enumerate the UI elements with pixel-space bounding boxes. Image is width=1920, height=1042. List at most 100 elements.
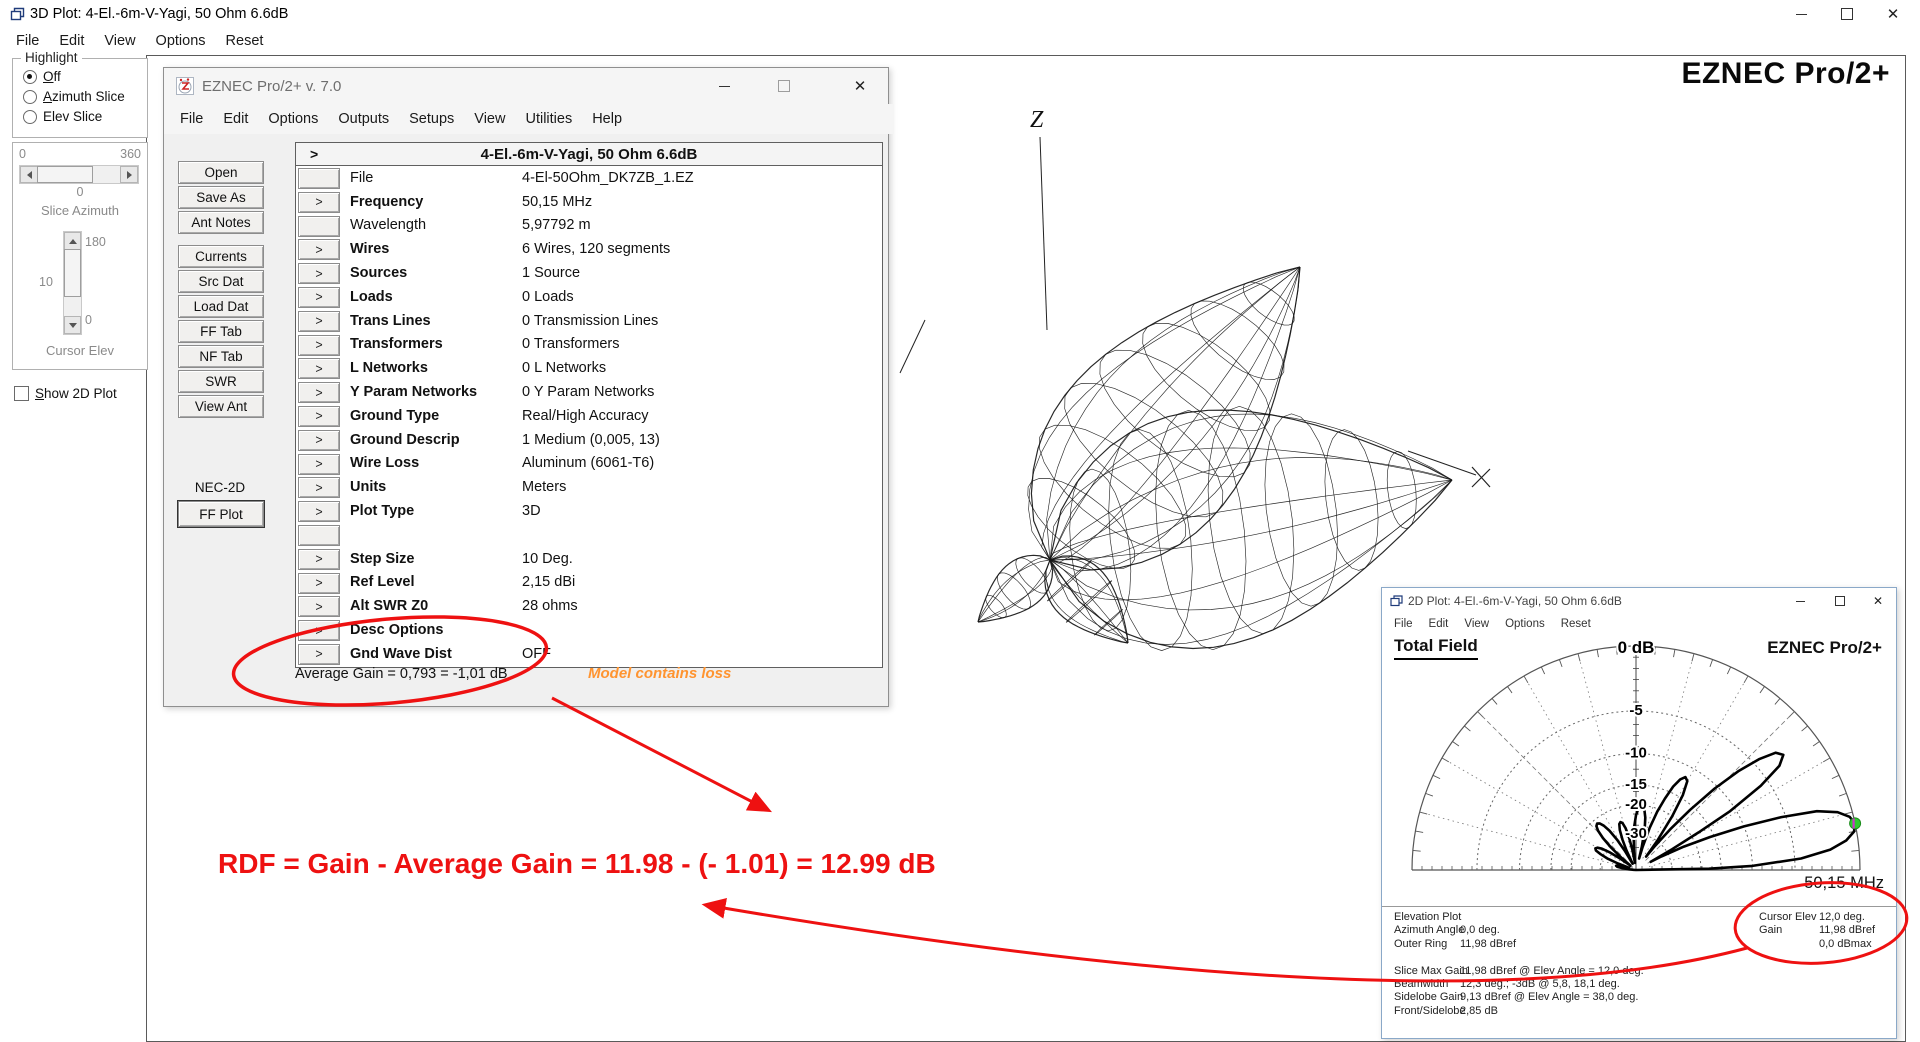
row-expand-button[interactable]: >	[298, 620, 340, 641]
row-expand-button[interactable]: >	[298, 358, 340, 379]
radio-elev-control[interactable]	[23, 110, 37, 124]
table-row[interactable]: >Transformers0 Transformers	[296, 333, 882, 357]
menu-item-edit[interactable]: Edit	[49, 30, 94, 52]
minimize-button[interactable]	[1778, 0, 1824, 28]
header-expand-arrow[interactable]: >	[310, 146, 318, 162]
menu-item-setups[interactable]: Setups	[399, 108, 464, 130]
row-value: 4-El-50Ohm_DK7ZB_1.EZ	[522, 170, 694, 186]
table-row[interactable]: >Frequency50,15 MHz	[296, 190, 882, 214]
azimuth-scroll-right-button[interactable]	[120, 166, 138, 183]
row-expand-button[interactable]: >	[298, 477, 340, 498]
menu-item-outputs[interactable]: Outputs	[328, 108, 399, 130]
row-expand-button[interactable]: >	[298, 192, 340, 213]
menu-item-options[interactable]: Options	[146, 30, 216, 52]
menu-item-help[interactable]: Help	[582, 108, 632, 130]
menu-item-view[interactable]: View	[464, 108, 515, 130]
row-value: 0 Transformers	[522, 336, 620, 352]
table-row[interactable]: >Desc Options	[296, 618, 882, 642]
menu-item-reset[interactable]: Reset	[216, 30, 274, 52]
menu-item-file[interactable]: File	[6, 30, 49, 52]
close-button[interactable]: ✕	[1870, 0, 1916, 28]
row-expand-button[interactable]: >	[298, 335, 340, 356]
table-row[interactable]: Wavelength5,97792 m	[296, 214, 882, 238]
menu-item-utilities[interactable]: Utilities	[515, 108, 582, 130]
table-row[interactable]: >Plot Type3D	[296, 499, 882, 523]
show-2d-checkbox-control[interactable]	[14, 386, 29, 401]
button-src-dat[interactable]: Src Dat	[178, 270, 264, 293]
table-row[interactable]	[296, 523, 882, 547]
row-expand-button[interactable]: >	[298, 573, 340, 594]
button-ant-notes[interactable]: Ant Notes	[178, 211, 264, 234]
svg-text:-30: -30	[1625, 825, 1647, 842]
elev-scroll-down-button[interactable]	[64, 316, 81, 334]
elev-scroll-up-button[interactable]	[64, 232, 81, 250]
menu-item-view[interactable]: View	[94, 30, 145, 52]
radio-azimuth-slice[interactable]: Azimuth Slice	[23, 89, 125, 104]
radio-off-control[interactable]	[23, 70, 37, 84]
row-expand-button[interactable]: >	[298, 263, 340, 284]
maximize-button[interactable]	[1824, 0, 1870, 28]
radio-off[interactable]: Off	[23, 69, 61, 84]
table-row[interactable]: >Trans Lines0 Transmission Lines	[296, 309, 882, 333]
row-expand-button[interactable]: >	[298, 287, 340, 308]
row-expand-button[interactable]: >	[298, 311, 340, 332]
menu-item-file[interactable]: File	[170, 108, 213, 130]
table-row[interactable]: >Gnd Wave DistOFF	[296, 642, 882, 666]
table-row[interactable]: >Wire LossAluminum (6061-T6)	[296, 452, 882, 476]
table-row[interactable]: >UnitsMeters	[296, 475, 882, 499]
radio-azimuth-control[interactable]	[23, 90, 37, 104]
svg-text:-20: -20	[1625, 796, 1647, 813]
row-expand-box	[298, 168, 340, 189]
row-expand-button[interactable]: >	[298, 239, 340, 260]
eznec-titlebar: EZNEC Pro/2+ v. 7.0 ✕	[164, 68, 888, 105]
model-loss-note: Model contains loss	[588, 665, 731, 682]
row-expand-button[interactable]: >	[298, 549, 340, 570]
table-row[interactable]: >L Networks0 L Networks	[296, 356, 882, 380]
rdf-formula-annotation: RDF = Gain - Average Gain = 11.98 - (- 1…	[218, 848, 936, 880]
elev-scrollbar[interactable]	[63, 231, 82, 335]
stat-line: Elevation Plot	[1394, 911, 1644, 924]
row-expand-button[interactable]: >	[298, 406, 340, 427]
table-row[interactable]: >Sources1 Source	[296, 261, 882, 285]
button-swr[interactable]: SWR	[178, 370, 264, 393]
button-view-ant[interactable]: View Ant	[178, 395, 264, 418]
button-open[interactable]: Open	[178, 161, 264, 184]
radio-azimuth-label: Azimuth Slice	[43, 89, 125, 104]
azimuth-scroll-left-button[interactable]	[20, 166, 38, 183]
eznec-maximize-button[interactable]	[764, 68, 804, 104]
table-row[interactable]: >Ground Descrip1 Medium (0,005, 13)	[296, 428, 882, 452]
model-parameters-table: > 4-El.-6m-V-Yagi, 50 Ohm 6.6dB File4-El…	[295, 142, 883, 668]
show-2d-plot-checkbox[interactable]: Show 2D Plot	[14, 386, 117, 401]
row-expand-button[interactable]: >	[298, 382, 340, 403]
eznec-minimize-button[interactable]	[704, 68, 744, 104]
menu-item-options[interactable]: Options	[258, 108, 328, 130]
row-expand-button[interactable]: >	[298, 501, 340, 522]
row-expand-button[interactable]: >	[298, 430, 340, 451]
eznec-menubar: FileEditOptionsOutputsSetupsViewUtilitie…	[164, 104, 894, 134]
radio-elev-label: Elev Slice	[43, 109, 102, 124]
table-row[interactable]: >Alt SWR Z028 ohms	[296, 594, 882, 618]
table-row[interactable]: >Step Size10 Deg.	[296, 547, 882, 571]
table-row[interactable]: >Ref Level2,15 dBi	[296, 571, 882, 595]
radio-elev-slice[interactable]: Elev Slice	[23, 109, 102, 124]
eznec-close-button[interactable]: ✕	[840, 68, 880, 104]
azimuth-scroll-thumb[interactable]	[37, 166, 93, 183]
table-row[interactable]: >Y Param Networks0 Y Param Networks	[296, 380, 882, 404]
table-row[interactable]: >Wires6 Wires, 120 segments	[296, 237, 882, 261]
table-row[interactable]: >Loads0 Loads	[296, 285, 882, 309]
table-row[interactable]: >Ground TypeReal/High Accuracy	[296, 404, 882, 428]
button-ff-tab[interactable]: FF Tab	[178, 320, 264, 343]
row-value: 50,15 MHz	[522, 194, 592, 210]
row-expand-button[interactable]: >	[298, 454, 340, 475]
table-row[interactable]: File4-El-50Ohm_DK7ZB_1.EZ	[296, 166, 882, 190]
button-currents[interactable]: Currents	[178, 245, 264, 268]
ff-plot-button[interactable]: FF Plot	[178, 501, 264, 527]
azimuth-scrollbar[interactable]	[19, 165, 139, 184]
row-expand-button[interactable]: >	[298, 596, 340, 617]
button-save-as[interactable]: Save As	[178, 186, 264, 209]
row-expand-button[interactable]: >	[298, 644, 340, 665]
menu-item-edit[interactable]: Edit	[213, 108, 258, 130]
button-load-dat[interactable]: Load Dat	[178, 295, 264, 318]
button-nf-tab[interactable]: NF Tab	[178, 345, 264, 368]
elev-scroll-thumb[interactable]	[64, 249, 81, 297]
